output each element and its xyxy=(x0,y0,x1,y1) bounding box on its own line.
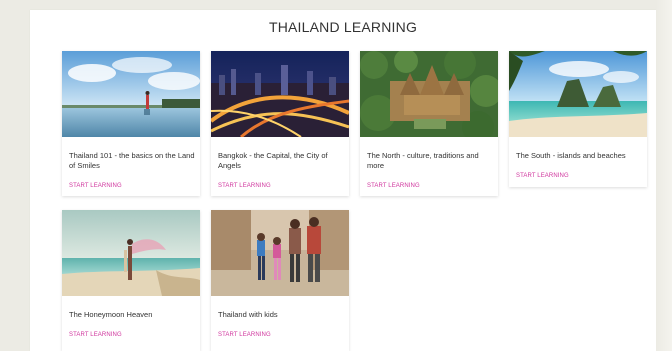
course-card-bangkok[interactable]: Bangkok - the Capital, the City of Angel… xyxy=(211,51,349,196)
course-image-thailand-with-kids[interactable] xyxy=(211,210,349,296)
course-card-the-south[interactable]: The South - islands and beaches START LE… xyxy=(509,51,647,187)
course-title: Bangkok - the Capital, the City of Angel… xyxy=(218,151,328,170)
start-learning-link[interactable]: START LEARNING xyxy=(218,183,271,189)
course-title: The Honeymoon Heaven xyxy=(69,310,153,319)
photo-icon xyxy=(360,51,498,137)
course-title: Thailand with kids xyxy=(218,310,278,319)
page-title: THAILAND LEARNING xyxy=(268,19,418,35)
photo-icon xyxy=(509,51,647,137)
course-card-honeymoon[interactable]: The Honeymoon Heaven START LEARNING xyxy=(62,210,200,351)
photo-icon xyxy=(62,51,200,137)
course-image-bangkok[interactable] xyxy=(211,51,349,137)
start-learning-link[interactable]: START LEARNING xyxy=(218,332,271,338)
course-image-the-south[interactable] xyxy=(509,51,647,137)
course-title: The North - culture, traditions and more xyxy=(367,151,479,170)
start-learning-link[interactable]: START LEARNING xyxy=(367,183,420,189)
photo-icon xyxy=(211,210,349,296)
course-title: The South - islands and beaches xyxy=(516,151,626,160)
page-edge xyxy=(656,0,672,351)
start-learning-link[interactable]: START LEARNING xyxy=(516,173,569,179)
course-image-honeymoon[interactable] xyxy=(62,210,200,296)
course-card-the-north[interactable]: The North - culture, traditions and more… xyxy=(360,51,498,196)
start-learning-link[interactable]: START LEARNING xyxy=(69,183,122,189)
course-image-thailand-101[interactable] xyxy=(62,51,200,137)
course-image-the-north[interactable] xyxy=(360,51,498,137)
course-card-thailand-101[interactable]: Thailand 101 - the basics on the Land of… xyxy=(62,51,200,196)
start-learning-link[interactable]: START LEARNING xyxy=(69,332,122,338)
course-panel: THAILAND LEARNING Thailand 101 - the bas… xyxy=(30,10,656,351)
course-card-thailand-with-kids[interactable]: Thailand with kids START LEARNING xyxy=(211,210,349,351)
photo-icon xyxy=(211,51,349,137)
photo-icon xyxy=(62,210,200,296)
course-title: Thailand 101 - the basics on the Land of… xyxy=(69,151,195,170)
